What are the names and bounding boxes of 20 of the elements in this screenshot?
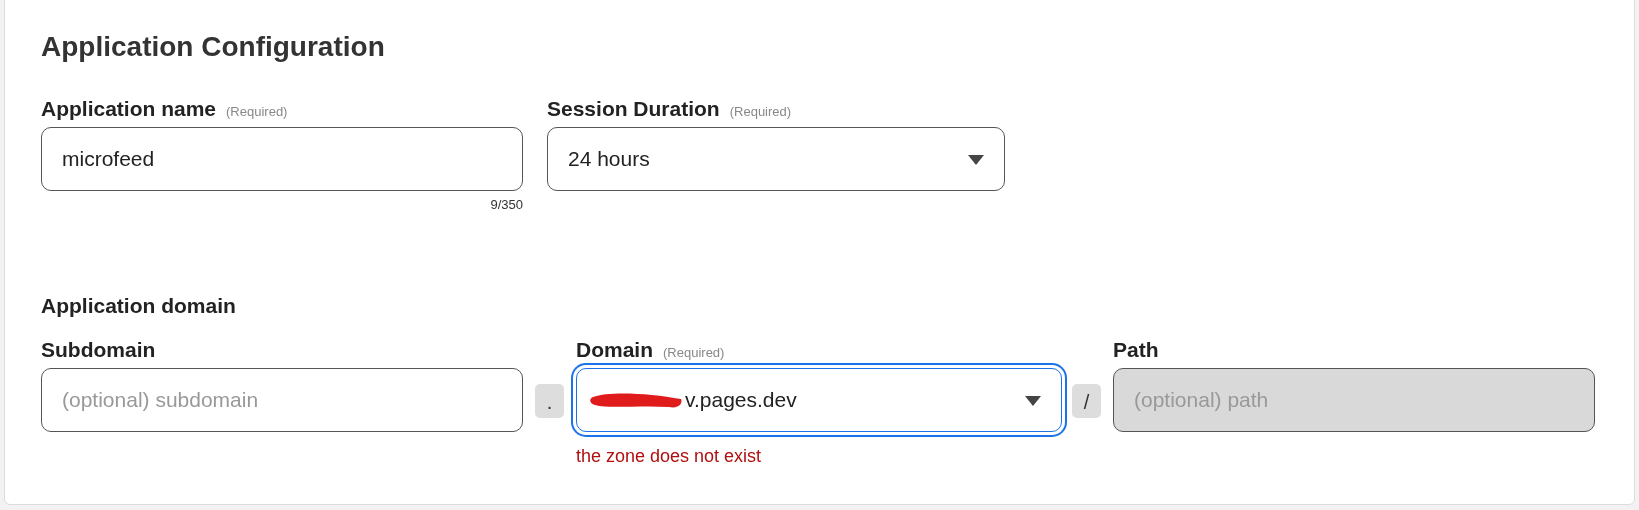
domain-value: v.pages.dev (685, 388, 797, 412)
field-label: Path (1113, 338, 1159, 362)
required-hint: (Required) (729, 104, 792, 119)
character-counter: 9/350 (490, 197, 523, 212)
required-hint: (Required) (663, 345, 725, 360)
dropdown-caret-icon (1025, 396, 1041, 406)
section-title: Application Configuration (41, 31, 386, 63)
error-message: the zone does not exist (576, 446, 763, 467)
field-label: Application name (41, 97, 217, 121)
field-label: Domain (576, 338, 653, 362)
dot-separator: . (535, 384, 564, 418)
required-hint: (Required) (226, 104, 288, 119)
subsection-title: Application domain (41, 294, 237, 318)
application-name-field[interactable]: microfeed (41, 127, 523, 191)
subdomain-field[interactable]: (optional) subdomain (41, 368, 523, 432)
session-duration-select[interactable]: 24 hours (547, 127, 1005, 191)
field-label: Session Duration (547, 97, 720, 121)
field-label: Subdomain (41, 338, 156, 362)
dropdown-caret-icon (968, 155, 984, 165)
slash-separator: / (1072, 384, 1101, 418)
